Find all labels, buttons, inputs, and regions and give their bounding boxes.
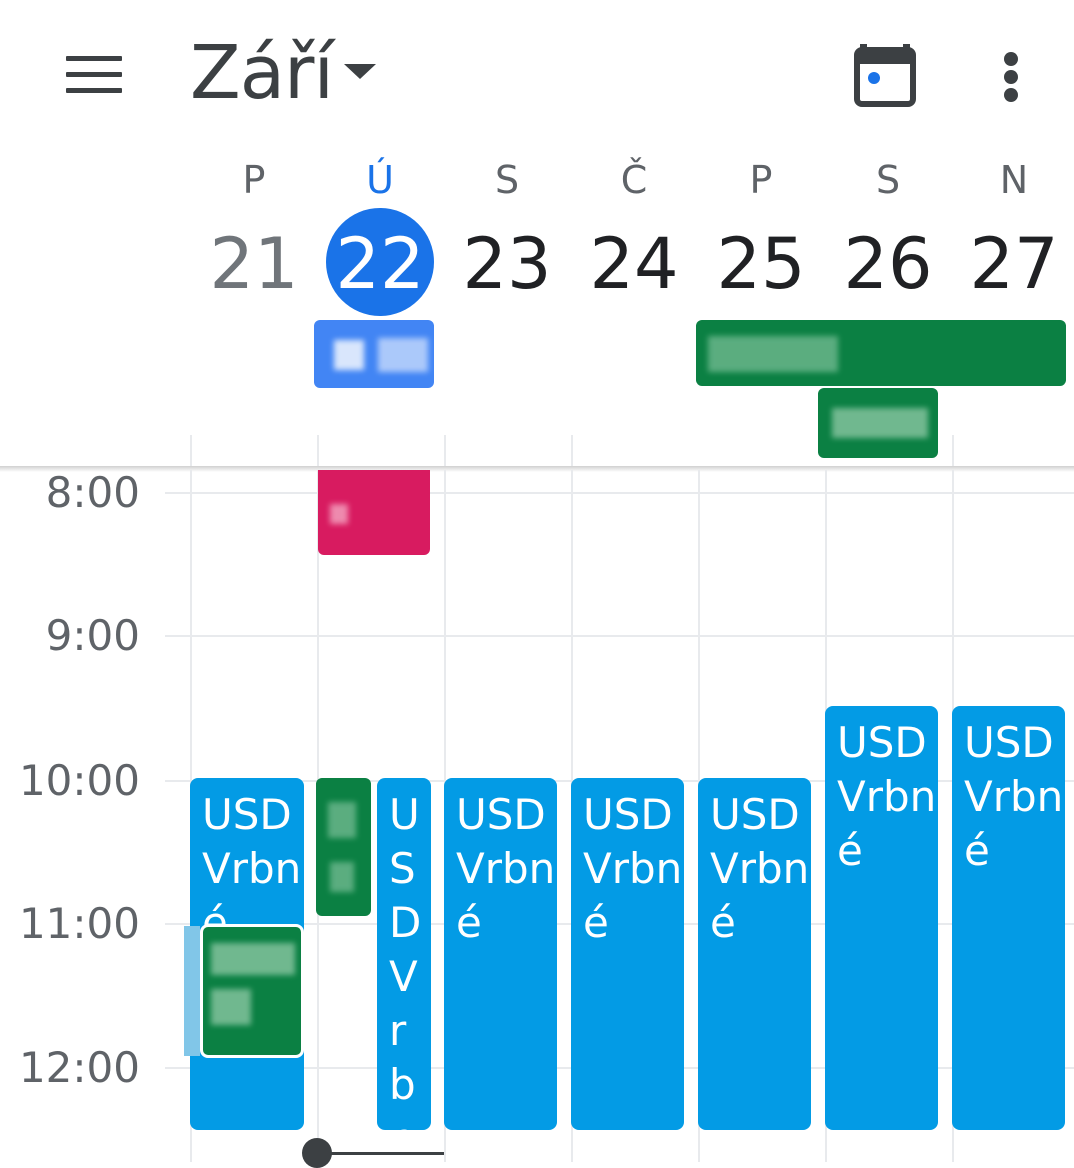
redacted-text [211,989,251,1025]
time-label: 10:00 [18,756,140,805]
calendar-event-usd[interactable]: USD Vrbné [698,778,811,1130]
grid-line [952,435,954,470]
day-number[interactable]: 24 [578,222,690,306]
calendar-event[interactable] [318,470,430,555]
calendar-event-usd[interactable]: USD Vrbné [377,778,431,1130]
day-number[interactable]: 25 [705,222,817,306]
redacted-text [328,802,356,838]
redacted-text [211,943,295,975]
day-of-week-today: Ú [366,158,394,202]
allday-event[interactable] [696,320,1066,386]
menu-button[interactable] [56,40,132,108]
redacted-text [330,862,354,892]
grid-line [317,435,319,470]
time-grid[interactable]: 8:00 9:00 10:00 11:00 12:00 USD Vrbné US… [0,468,1074,1168]
current-time-line [318,1152,444,1155]
calendar-event[interactable] [200,924,304,1058]
grid-line [190,435,192,470]
allday-event[interactable] [314,320,434,388]
time-label: 9:00 [45,611,140,660]
day-number[interactable]: 21 [198,222,310,306]
grid-line [444,435,446,470]
day-number[interactable]: 26 [832,222,944,306]
calendar-event[interactable] [316,778,371,916]
day-of-week: Č [620,158,648,202]
day-of-week: P [242,158,266,202]
redacted-text [378,338,428,372]
time-label: 8:00 [45,468,140,517]
calendar-event-usd[interactable]: USD Vrbné [952,706,1065,1130]
redacted-text [832,408,928,438]
grid-line [571,435,573,470]
redacted-text [708,336,838,372]
day-of-week: S [875,158,901,202]
calendar-event-usd[interactable]: USD Vrbné [444,778,557,1130]
allday-event[interactable] [818,388,938,458]
day-number-today[interactable]: 22 [324,222,436,306]
time-label: 12:00 [18,1043,140,1092]
caret-down-icon[interactable] [344,64,376,79]
time-label: 11:00 [18,899,140,948]
calendar-today-icon[interactable] [852,40,918,110]
calendar-event-usd[interactable]: USD Vrbné [571,778,684,1130]
day-of-week: N [999,158,1029,202]
day-number[interactable]: 23 [451,222,563,306]
more-vert-icon[interactable] [992,46,1032,106]
calendar-event-usd[interactable]: USD Vrbné [825,706,938,1130]
redacted-text [330,504,348,524]
event-overlap-marker [184,926,200,1056]
redacted-text [334,340,364,370]
month-title[interactable]: Září [190,30,334,116]
day-number[interactable]: 27 [958,222,1070,306]
day-of-week: S [494,158,520,202]
day-of-week: P [749,158,773,202]
